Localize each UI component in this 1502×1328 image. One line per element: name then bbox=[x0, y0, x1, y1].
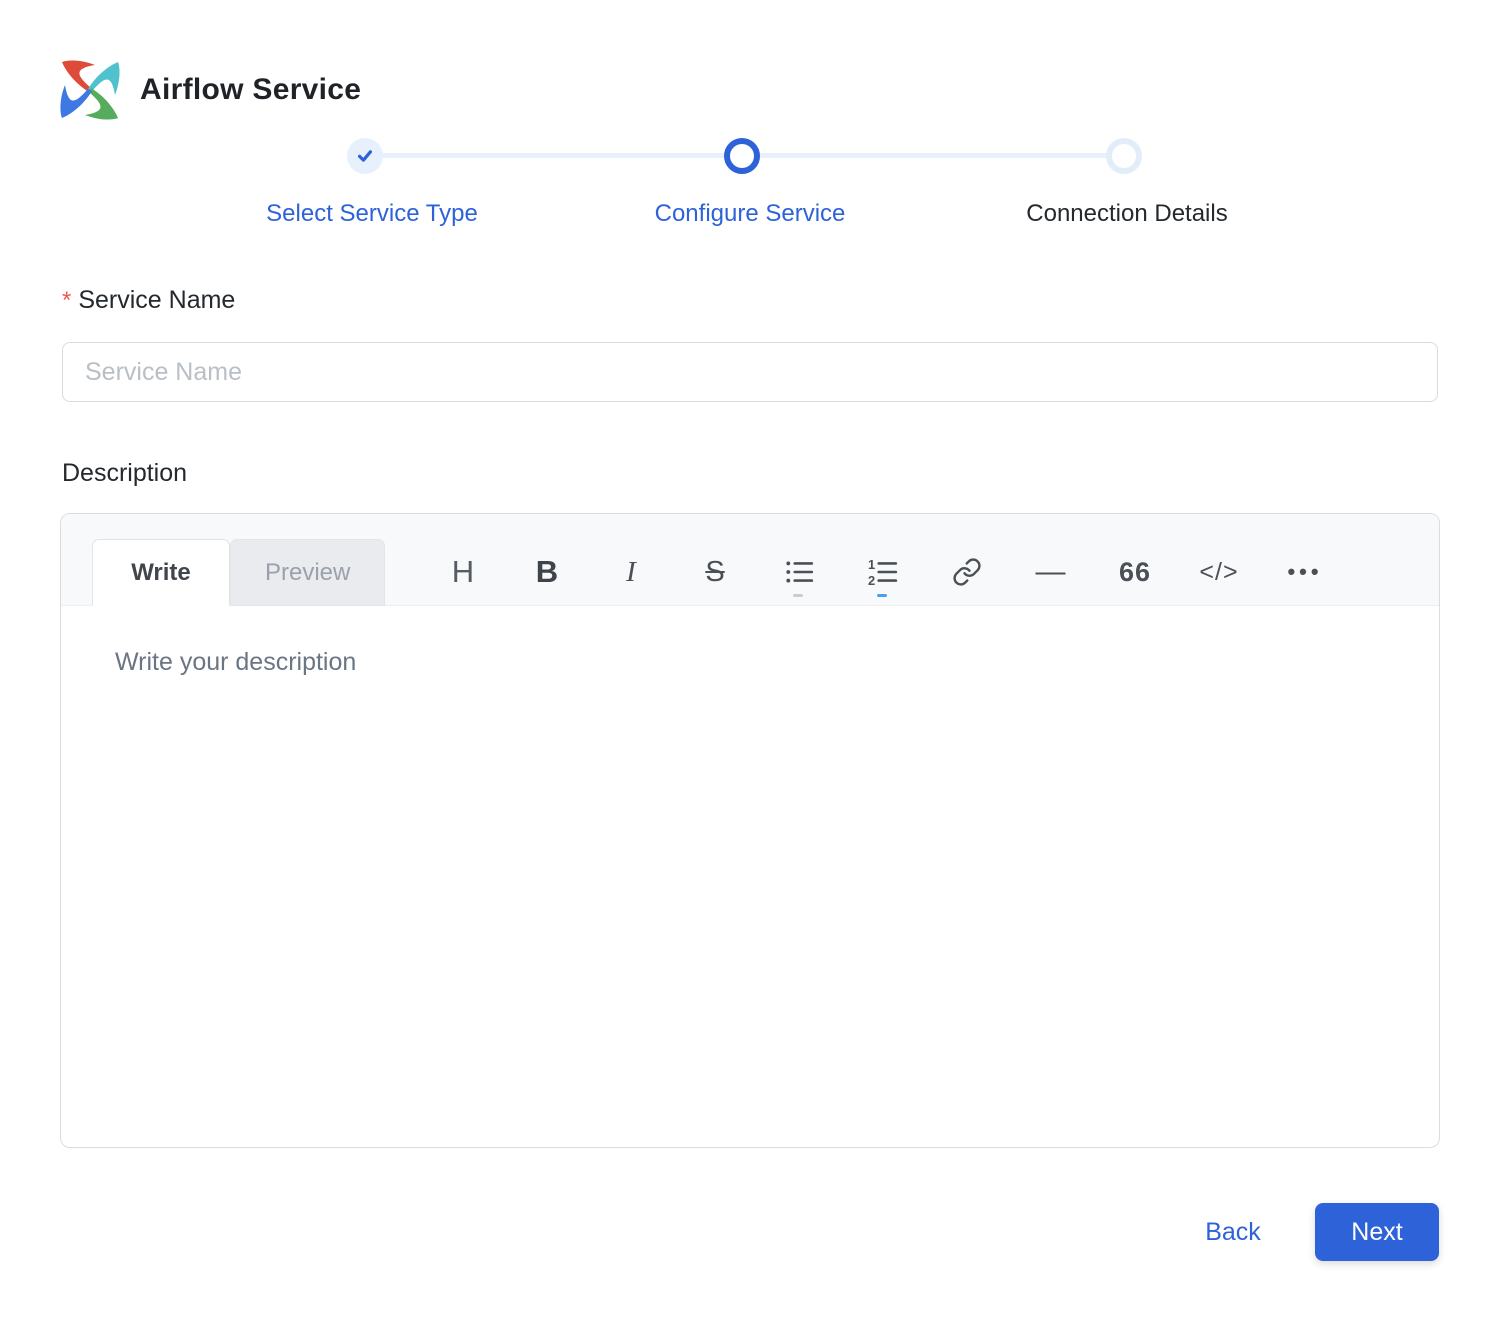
step-indicator-select-service-type bbox=[347, 138, 383, 174]
description-label: Description bbox=[62, 459, 188, 487]
page-title: Airflow Service bbox=[140, 73, 362, 106]
stepper-connector-1 bbox=[365, 153, 742, 158]
heading-icon[interactable]: H bbox=[421, 542, 505, 602]
service-name-label-text: Service Name bbox=[78, 286, 236, 314]
tab-preview[interactable]: Preview bbox=[230, 539, 386, 606]
check-icon bbox=[357, 150, 373, 162]
italic-icon[interactable]: I bbox=[589, 542, 673, 602]
editor-toolbar-bar: Write Preview H B I S 1 2 — 66 </> ••• bbox=[61, 514, 1439, 606]
horizontal-rule-icon[interactable]: — bbox=[1009, 542, 1093, 602]
bulleted-list-icon[interactable] bbox=[757, 542, 841, 602]
svg-text:1: 1 bbox=[868, 557, 875, 572]
service-name-label: * Service Name bbox=[62, 286, 235, 315]
bold-icon[interactable]: B bbox=[505, 542, 589, 602]
service-name-input[interactable] bbox=[62, 342, 1438, 402]
back-button[interactable]: Back bbox=[1160, 1205, 1306, 1259]
more-options-icon[interactable]: ••• bbox=[1261, 542, 1345, 602]
stepper-connector-2 bbox=[742, 153, 1124, 158]
step-indicator-connection-details bbox=[1106, 138, 1142, 174]
editor-tabs: Write Preview bbox=[92, 539, 386, 606]
svg-text:2: 2 bbox=[868, 573, 875, 587]
step-indicator-configure-service bbox=[724, 138, 760, 174]
quote-icon[interactable]: 66 bbox=[1093, 542, 1177, 602]
airflow-logo-icon bbox=[60, 60, 120, 120]
editor-body bbox=[61, 607, 1439, 1148]
next-button[interactable]: Next bbox=[1315, 1203, 1439, 1261]
bulleted-list-caret bbox=[793, 594, 803, 597]
code-icon[interactable]: </> bbox=[1177, 542, 1261, 602]
required-asterisk: * bbox=[62, 287, 72, 314]
step-label-select-service-type: Select Service Type bbox=[266, 200, 478, 227]
tab-write[interactable]: Write bbox=[92, 539, 230, 606]
description-textarea[interactable] bbox=[61, 607, 1439, 1148]
link-icon[interactable] bbox=[925, 542, 1009, 602]
strikethrough-icon[interactable]: S bbox=[673, 542, 757, 602]
step-label-connection-details: Connection Details bbox=[1026, 200, 1228, 227]
step-label-configure-service: Configure Service bbox=[654, 200, 846, 227]
description-editor: Write Preview H B I S 1 2 — 66 </> ••• W… bbox=[60, 513, 1440, 1148]
editor-toolbar: H B I S 1 2 — 66 </> ••• bbox=[421, 514, 1345, 606]
numbered-list-caret bbox=[877, 594, 887, 597]
numbered-list-icon[interactable]: 1 2 bbox=[841, 542, 925, 602]
